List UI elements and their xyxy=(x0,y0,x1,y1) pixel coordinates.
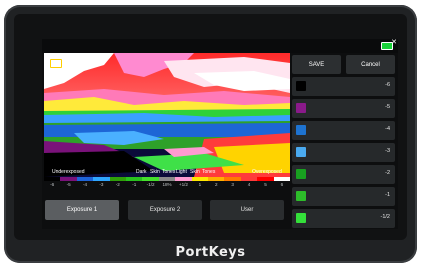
color-swatch xyxy=(296,147,306,157)
color-swatch xyxy=(296,169,306,179)
stop-label: 1 xyxy=(198,182,202,187)
exposure-2-button[interactable]: Exposure 2 xyxy=(128,200,202,220)
light-label: Light xyxy=(176,169,187,175)
exposure-row[interactable]: -5 xyxy=(292,99,395,118)
status-bar: ✕ xyxy=(42,39,398,53)
stop-label: -3 xyxy=(99,182,104,187)
color-swatch xyxy=(296,125,306,135)
stop-label: 4 xyxy=(247,182,251,187)
user-button[interactable]: User xyxy=(210,200,284,220)
exposure-row[interactable]: -4 xyxy=(292,121,395,140)
close-icon[interactable]: ✕ xyxy=(391,39,397,46)
false-color-image xyxy=(44,53,290,177)
light-tones-label: Tones xyxy=(202,169,216,175)
exposure-value: -1/2 xyxy=(380,214,390,220)
stop-label: -1/2 xyxy=(146,182,155,187)
screen: ✕ Underexposed Dark Skin Tones Light Ski… xyxy=(42,39,398,229)
exposure-value: -3 xyxy=(385,148,390,154)
stop-label: -2 xyxy=(115,182,120,187)
exposure-row[interactable]: -6 xyxy=(292,77,395,96)
exposure-row[interactable]: -1 xyxy=(292,187,395,206)
stop-label: -1 xyxy=(132,182,137,187)
stop-label: 2 xyxy=(214,182,218,187)
exposure-value: -4 xyxy=(385,126,390,132)
frame-guide-icon[interactable] xyxy=(50,59,62,68)
overexposed-label: Overexposed xyxy=(252,169,282,175)
color-swatch xyxy=(296,81,306,91)
exposure-value: -1 xyxy=(385,192,390,198)
exposure-scale-labels: Underexposed Dark Skin Tones Light Skin … xyxy=(44,168,290,177)
exposure-row[interactable]: -2 xyxy=(292,165,395,184)
skin-label: Skin xyxy=(150,169,160,175)
exposure-value: -6 xyxy=(385,82,390,88)
stop-label: 6 xyxy=(280,182,284,187)
false-color-preview[interactable] xyxy=(44,53,290,177)
exposure-value: -5 xyxy=(385,104,390,110)
monitor-device: ✕ Underexposed Dark Skin Tones Light Ski… xyxy=(4,5,417,263)
underexposed-label: Underexposed xyxy=(52,169,85,175)
stop-label: 5 xyxy=(264,182,267,187)
color-swatch xyxy=(296,213,306,223)
cancel-button[interactable]: Cancel xyxy=(346,55,395,74)
exposure-1-button[interactable]: Exposure 1 xyxy=(45,200,119,220)
stop-label: -6 xyxy=(50,182,55,187)
dark-label: Dark xyxy=(136,169,147,175)
stop-label: +1/2 xyxy=(178,182,188,187)
tones-label: Tones xyxy=(162,169,176,175)
light-skin-label: Skin xyxy=(190,169,200,175)
save-button[interactable]: SAVE xyxy=(292,55,341,74)
stop-scale: -6 -5 -4 -3 -2 -1 -1/2 18% +1/2 1 2 3 4 5 6 xyxy=(44,181,290,188)
exposure-row[interactable]: -3 xyxy=(292,143,395,162)
exposure-value: -2 xyxy=(385,170,390,176)
color-swatch xyxy=(296,191,306,201)
stop-label: 18% xyxy=(162,182,172,187)
brand-logo: PortKeys xyxy=(175,245,246,260)
color-swatch xyxy=(296,103,306,113)
exposure-sidebar: SAVE Cancel -6 -5 -4 -3 -2 -1 -1/2 xyxy=(292,55,395,228)
exposure-row[interactable]: -1/2 xyxy=(292,209,395,228)
stop-label: 3 xyxy=(231,182,234,187)
stop-label: -5 xyxy=(66,182,71,187)
stop-label: -4 xyxy=(82,182,88,187)
mode-buttons: Exposure 1 Exposure 2 User xyxy=(45,200,285,220)
